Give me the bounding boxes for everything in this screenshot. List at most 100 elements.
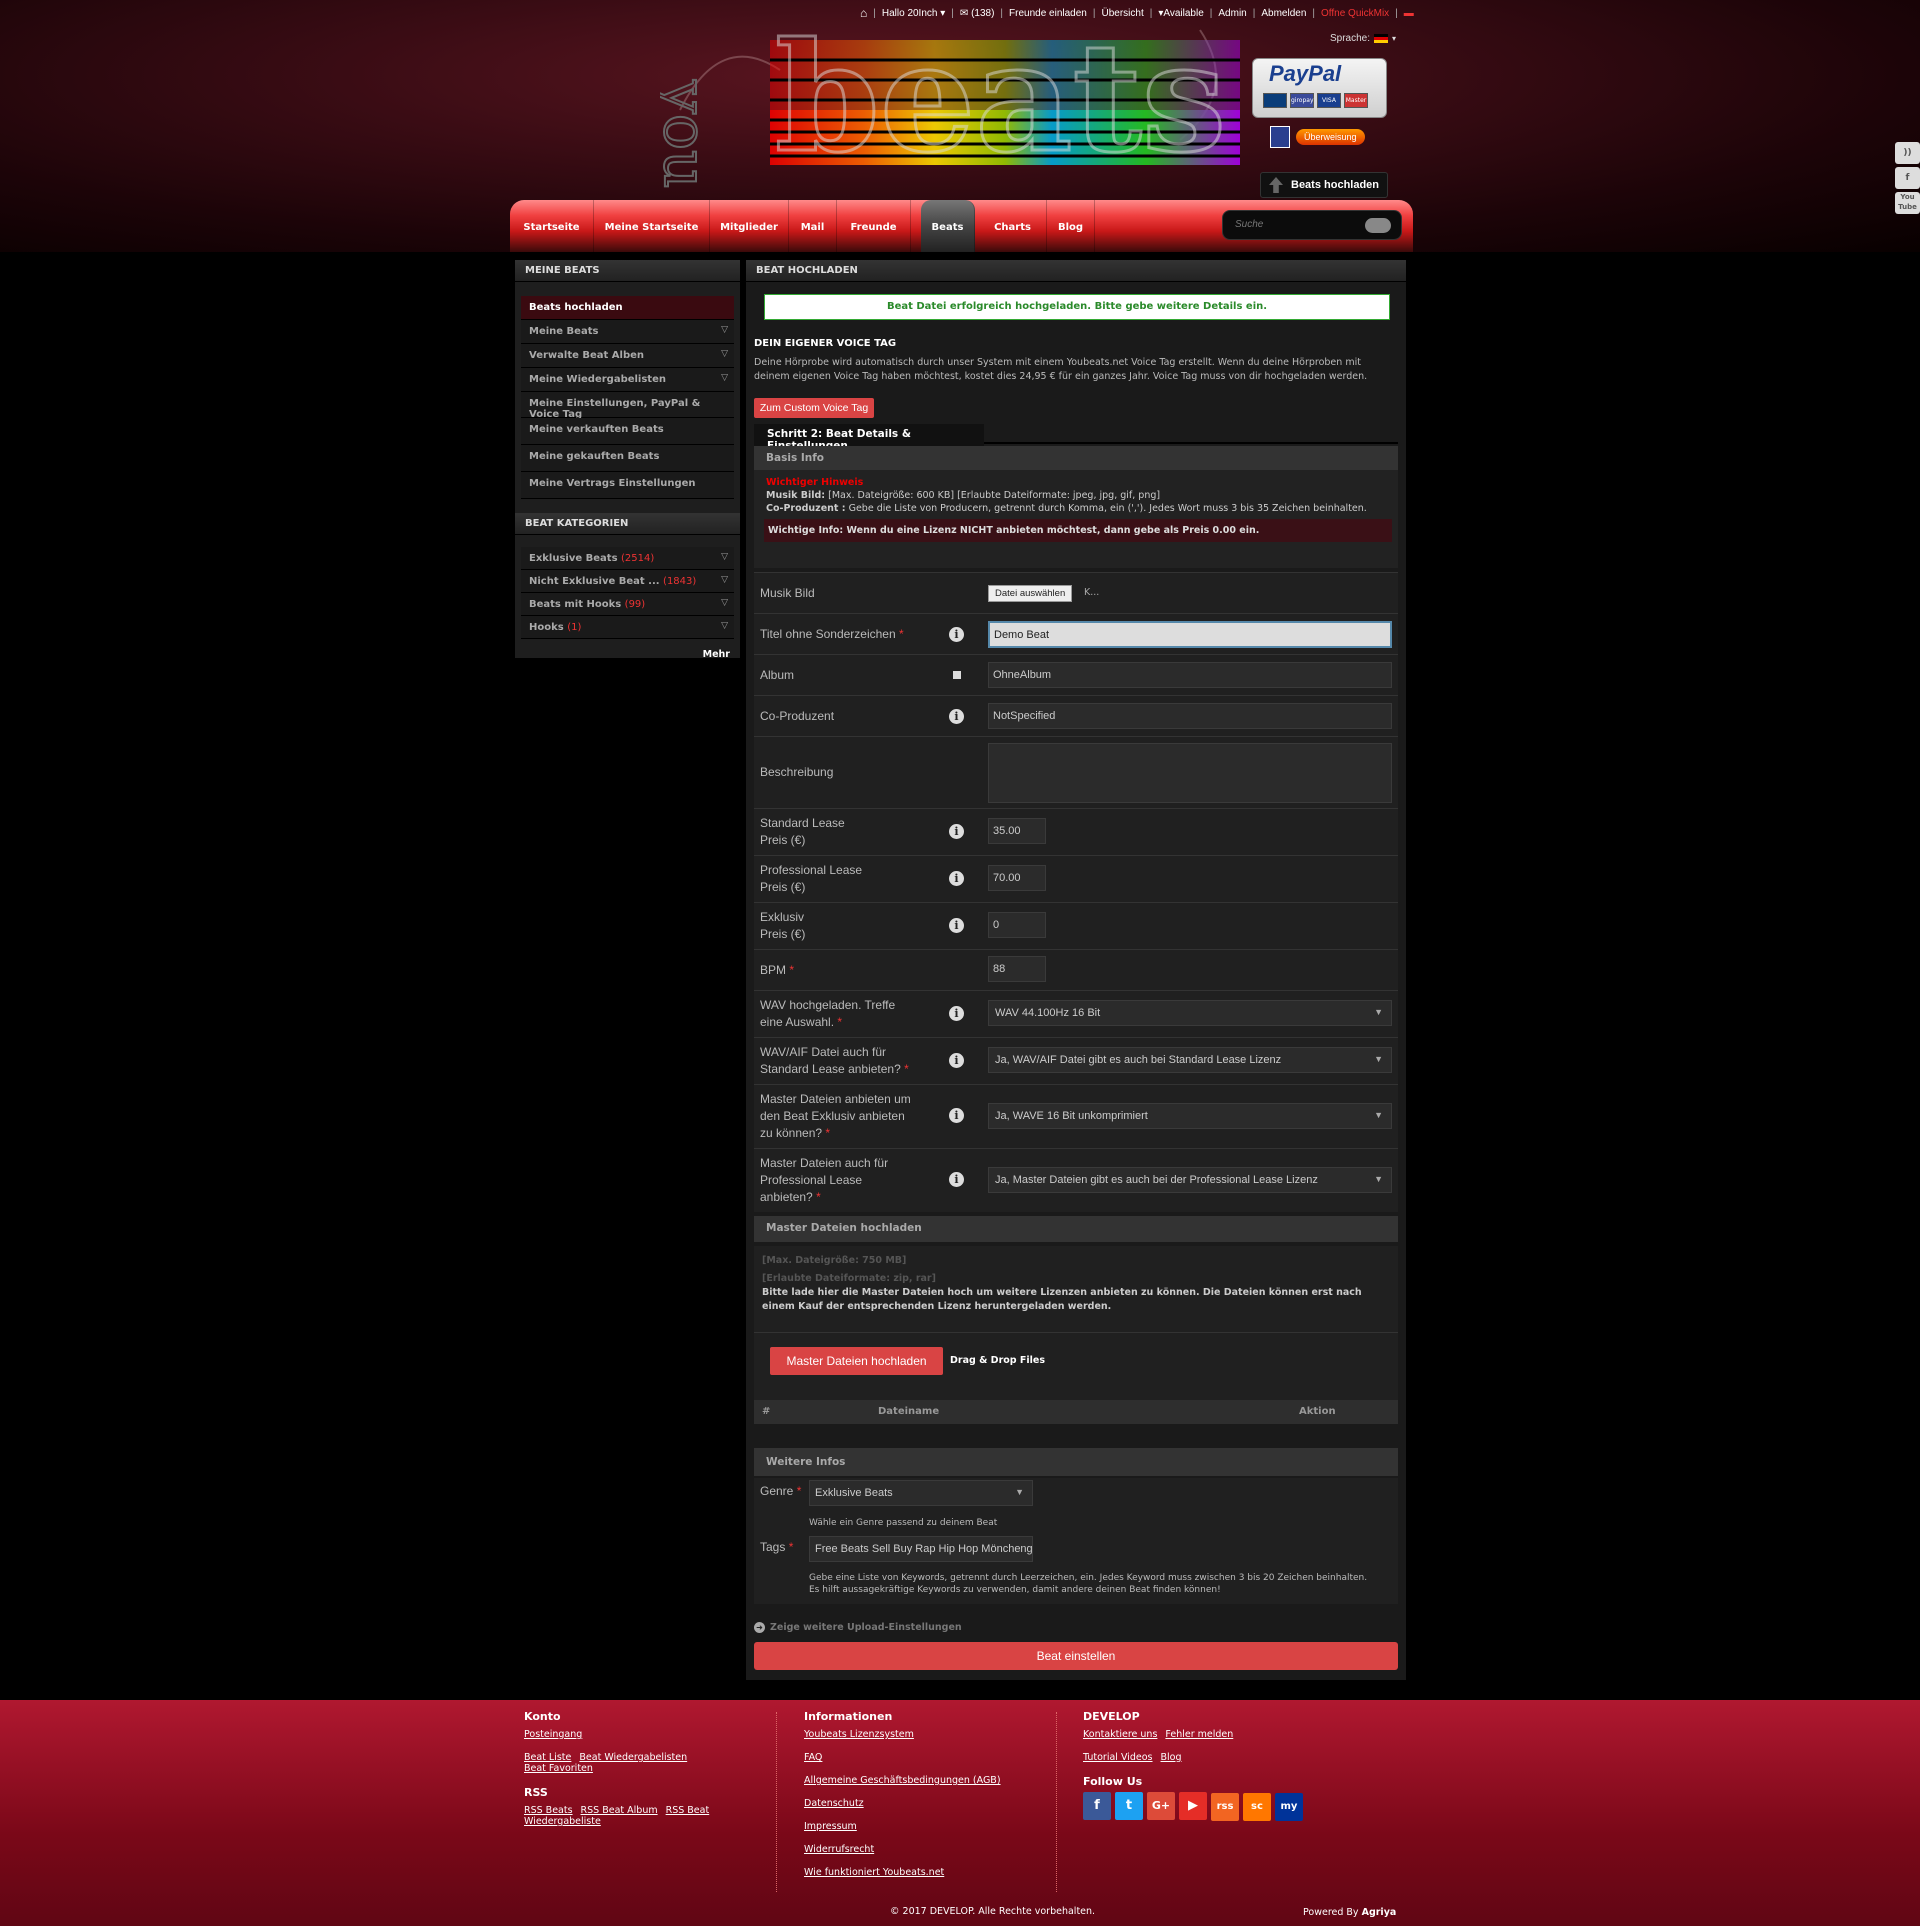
submit-beat-button[interactable]: Beat einstellen [754, 1642, 1398, 1670]
triangle-down-icon[interactable]: ▽ [721, 325, 728, 335]
youtube-icon[interactable]: ▶ [1179, 1792, 1207, 1820]
facebook-icon[interactable]: f [1895, 167, 1920, 189]
nav-charts[interactable]: Charts [979, 200, 1047, 252]
sidebar-item-gekauft[interactable]: Meine gekauften Beats [521, 445, 734, 472]
info-icon[interactable]: i [949, 709, 964, 724]
category-hooks[interactable]: Hooks (1) ▽ [521, 616, 734, 639]
exklusiv-price-input[interactable]: 0 [988, 912, 1046, 938]
rss-icon[interactable]: rss [1211, 1793, 1239, 1821]
info-icon[interactable]: i [949, 1053, 964, 1068]
tags-input[interactable]: Free Beats Sell Buy Rap Hip Hop Möncheng… [809, 1536, 1033, 1562]
youtube-icon[interactable]: You Tube [1895, 192, 1920, 214]
master-exklusiv-select[interactable]: Ja, WAVE 16 Bit unkomprimiert ▼ [988, 1103, 1392, 1129]
nav-beats[interactable]: Beats [921, 200, 975, 252]
professional-price-input[interactable]: 70.00 [988, 865, 1046, 891]
google-plus-icon[interactable]: G+ [1147, 1792, 1175, 1820]
description-textarea[interactable] [988, 743, 1392, 803]
more-categories-link[interactable]: Mehr [515, 639, 740, 660]
info-icon[interactable]: i [949, 871, 964, 886]
album-input[interactable]: OhneAlbum [988, 662, 1392, 688]
sidebar-item-meine-beats[interactable]: Meine Beats ▽ [521, 320, 734, 344]
info-icon[interactable]: i [949, 1172, 964, 1187]
footer-link-rss-beats[interactable]: RSS Beats [524, 1805, 573, 1816]
footer-link-widerrufsrecht[interactable]: Widerrufsrecht [804, 1844, 874, 1855]
rss-icon[interactable]: )) [1895, 142, 1920, 164]
footer-link-impressum[interactable]: Impressum [804, 1821, 857, 1832]
footer-link-lizenzsystem[interactable]: Youbeats Lizenzsystem [804, 1729, 914, 1740]
myspace-icon[interactable]: my [1275, 1793, 1303, 1821]
footer-link-agb[interactable]: Allgemeine Geschäftsbedingungen (AGB) [804, 1775, 1001, 1786]
footer-link-rss-beat[interactable]: RSS Beat [666, 1805, 710, 1816]
search-icon[interactable] [1365, 218, 1391, 233]
bpm-input[interactable]: 88 [988, 956, 1046, 982]
messages-link[interactable]: ✉ (138) [960, 8, 995, 19]
search-input[interactable]: Suche [1222, 210, 1402, 240]
sidebar-item-alben[interactable]: Verwalte Beat Alben ▽ [521, 344, 734, 368]
master-professional-select[interactable]: Ja, Master Dateien gibt es auch bei der … [988, 1167, 1392, 1193]
custom-voice-tag-button[interactable]: Zum Custom Voice Tag [754, 398, 874, 418]
triangle-down-icon[interactable]: ▽ [721, 621, 728, 631]
sidebar-item-einstellungen[interactable]: Meine Einstellungen, PayPal & Voice Tag [521, 392, 734, 420]
footer-link-faq[interactable]: FAQ [804, 1752, 822, 1763]
category-hooks-beats[interactable]: Beats mit Hooks (99) ▽ [521, 593, 734, 616]
sidebar-item-verkauft[interactable]: Meine verkauften Beats [521, 418, 734, 445]
nav-meine-startseite[interactable]: Meine Startseite [594, 200, 710, 252]
nav-freunde[interactable]: Freunde [837, 200, 911, 252]
soundcloud-icon[interactable]: sc [1243, 1793, 1271, 1821]
footer-link-wie-funktioniert[interactable]: Wie funktioniert Youbeats.net [804, 1867, 944, 1878]
overview-link[interactable]: Übersicht [1101, 8, 1143, 19]
triangle-down-icon[interactable]: ▽ [721, 552, 728, 562]
footer-link-blog[interactable]: Blog [1161, 1752, 1182, 1763]
quickmix-link[interactable]: Offne QuickMix [1321, 8, 1389, 19]
footer-link-rss-album[interactable]: RSS Beat Album [581, 1805, 658, 1816]
footer-link-fehler[interactable]: Fehler melden [1165, 1729, 1233, 1740]
nav-blog[interactable]: Blog [1047, 200, 1095, 252]
username-link[interactable]: 20Inch [907, 8, 937, 19]
flag-icon[interactable]: ▬ [1404, 8, 1414, 19]
file-choose-button[interactable]: Datei auswählen [988, 585, 1073, 602]
info-icon[interactable]: i [949, 1108, 964, 1123]
admin-link[interactable]: Admin [1218, 8, 1246, 19]
footer-link-beat-liste[interactable]: Beat Liste [524, 1752, 571, 1763]
category-nicht-exklusive[interactable]: Nicht Exklusive Beat ... (1843) ▽ [521, 570, 734, 593]
nav-mail[interactable]: Mail [789, 200, 837, 252]
triangle-down-icon[interactable]: ▽ [721, 575, 728, 585]
wav-aif-select[interactable]: Ja, WAV/AIF Datei gibt es auch bei Stand… [988, 1047, 1392, 1073]
genre-select[interactable]: Exklusive Beats ▼ [809, 1480, 1033, 1506]
info-icon[interactable]: i [949, 918, 964, 933]
info-icon[interactable]: i [949, 627, 964, 642]
category-exklusive[interactable]: Exklusive Beats (2514) ▽ [521, 547, 734, 570]
language-selector[interactable]: Sprache: ▾ [1330, 33, 1396, 44]
footer-link-wiedergabelisten[interactable]: Beat Wiedergabelisten [579, 1752, 687, 1763]
nav-startseite[interactable]: Startseite [510, 200, 594, 252]
sidebar-item-beats-hochladen[interactable]: Beats hochladen [521, 296, 734, 320]
co-producer-input[interactable]: NotSpecified [988, 703, 1392, 729]
footer-link-tutorial[interactable]: Tutorial Videos [1083, 1752, 1153, 1763]
triangle-down-icon[interactable]: ▽ [721, 349, 728, 359]
footer-link-rss-wiedergabe[interactable]: Wiedergabeliste [524, 1816, 601, 1827]
triangle-down-icon[interactable]: ▽ [721, 598, 728, 608]
status-dropdown[interactable]: ▾Available [1158, 8, 1203, 19]
tab-step-2[interactable]: Schritt 2: Beat Details & Einstellungen [754, 424, 984, 452]
sidebar-item-vertrag[interactable]: Meine Vertrags Einstellungen [521, 472, 734, 499]
chevron-down-icon[interactable]: ▾ [1392, 34, 1396, 43]
master-upload-button[interactable]: Master Dateien hochladen [770, 1347, 943, 1375]
title-input[interactable]: Demo Beat [988, 621, 1392, 648]
home-icon[interactable]: ⌂ [860, 6, 867, 20]
logout-link[interactable]: Abmelden [1261, 8, 1306, 19]
nav-mitglieder[interactable]: Mitglieder [710, 200, 789, 252]
footer-link-datenschutz[interactable]: Datenschutz [804, 1798, 864, 1809]
info-icon[interactable]: i [949, 824, 964, 839]
footer-link-posteingang[interactable]: Posteingang [524, 1729, 582, 1740]
info-icon[interactable]: i [949, 1006, 964, 1021]
triangle-down-icon[interactable]: ▽ [721, 373, 728, 383]
wav-format-select[interactable]: WAV 44.100Hz 16 Bit ▼ [988, 1000, 1392, 1026]
facebook-icon[interactable]: f [1083, 1792, 1111, 1820]
standard-price-input[interactable]: 35.00 [988, 818, 1046, 844]
album-checkbox[interactable] [953, 671, 961, 679]
german-flag-icon[interactable] [1374, 34, 1389, 43]
powered-brand[interactable]: Agriya [1362, 1907, 1397, 1918]
upload-beats-button[interactable]: Beats hochladen [1260, 172, 1388, 198]
twitter-icon[interactable]: t [1115, 1792, 1143, 1820]
invite-friends-link[interactable]: Freunde einladen [1009, 8, 1087, 19]
